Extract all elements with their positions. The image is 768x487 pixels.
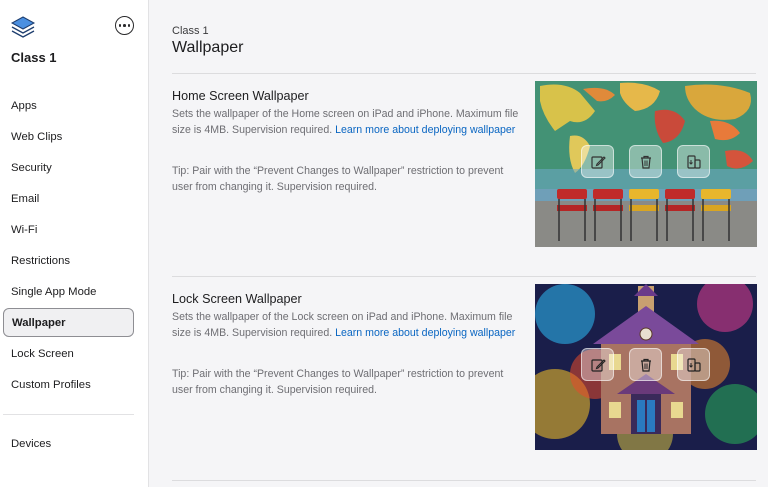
sidebar-item-security[interactable]: Security xyxy=(3,153,134,182)
sidebar-item-devices[interactable]: Devices xyxy=(3,429,134,458)
sidebar-item-web-clips[interactable]: Web Clips xyxy=(3,122,134,151)
page-title: Wallpaper xyxy=(172,39,244,56)
section-description: Sets the wallpaper of the Home screen on… xyxy=(172,106,522,138)
sidebar: Class 1 Apps Web Clips Security Email Wi… xyxy=(0,0,149,487)
sidebar-item-lock-screen[interactable]: Lock Screen xyxy=(3,339,134,368)
learn-more-link[interactable]: Learn more about deploying wallpaper xyxy=(335,124,515,136)
stack-layers-icon xyxy=(10,16,36,38)
edit-icon[interactable] xyxy=(581,348,614,381)
trash-icon[interactable] xyxy=(629,348,662,381)
sidebar-item-wifi[interactable]: Wi-Fi xyxy=(3,215,134,244)
divider xyxy=(172,480,756,481)
class-title: Class 1 xyxy=(11,50,57,65)
sidebar-divider xyxy=(3,414,134,415)
ellipsis-circle-icon[interactable] xyxy=(115,16,134,35)
edit-icon[interactable] xyxy=(581,145,614,178)
main-content: Class 1 Wallpaper Home Screen Wallpaper … xyxy=(150,0,768,487)
section-tip: Tip: Pair with the “Prevent Changes to W… xyxy=(172,165,504,193)
image-actions xyxy=(581,348,710,381)
section-title: Lock Screen Wallpaper xyxy=(172,292,302,306)
swap-screens-icon[interactable] xyxy=(677,348,710,381)
learn-more-link[interactable]: Learn more about deploying wallpaper xyxy=(335,327,515,339)
image-actions xyxy=(581,145,710,178)
divider xyxy=(172,276,756,277)
home-wallpaper-thumbnail xyxy=(535,81,757,247)
sidebar-item-email[interactable]: Email xyxy=(3,184,134,213)
section-description: Sets the wallpaper of the Lock screen on… xyxy=(172,309,522,341)
swap-screens-icon[interactable] xyxy=(677,145,710,178)
divider xyxy=(172,73,756,74)
sidebar-item-single-app-mode[interactable]: Single App Mode xyxy=(3,277,134,306)
sidebar-item-wallpaper[interactable]: Wallpaper xyxy=(3,308,134,337)
section-tip: Tip: Pair with the “Prevent Changes to W… xyxy=(172,368,504,396)
lock-wallpaper-thumbnail xyxy=(535,284,757,450)
sidebar-item-apps[interactable]: Apps xyxy=(3,91,134,120)
breadcrumb: Class 1 xyxy=(172,25,209,37)
sidebar-item-custom-profiles[interactable]: Custom Profiles xyxy=(3,370,134,399)
section-title: Home Screen Wallpaper xyxy=(172,89,309,103)
trash-icon[interactable] xyxy=(629,145,662,178)
sidebar-item-restrictions[interactable]: Restrictions xyxy=(3,246,134,275)
